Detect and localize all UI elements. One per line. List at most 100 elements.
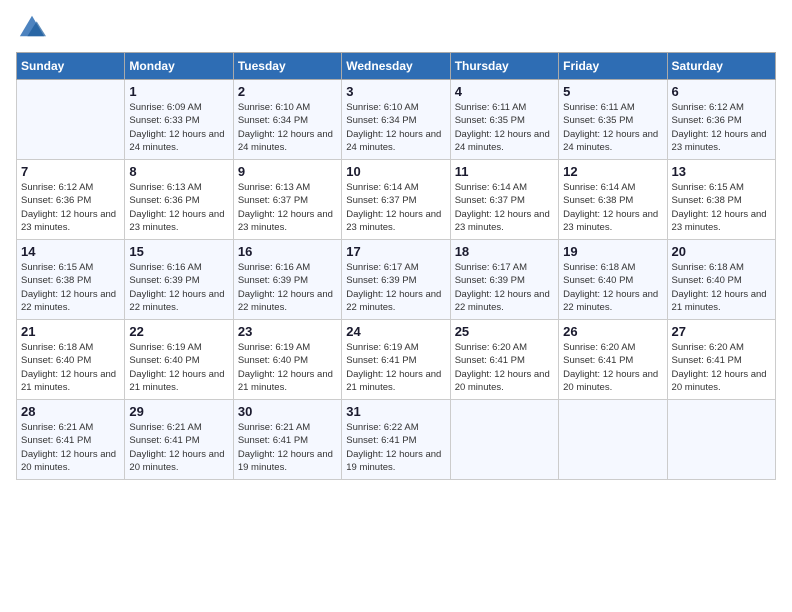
day-number: 30 [238, 404, 337, 419]
day-number: 21 [21, 324, 120, 339]
day-number: 27 [672, 324, 771, 339]
day-info: Sunrise: 6:14 AMSunset: 6:37 PMDaylight:… [455, 181, 554, 234]
day-info: Sunrise: 6:11 AMSunset: 6:35 PMDaylight:… [455, 101, 554, 154]
calendar-cell: 8 Sunrise: 6:13 AMSunset: 6:36 PMDaylight… [125, 160, 233, 240]
day-number: 22 [129, 324, 228, 339]
header-sunday: Sunday [17, 53, 125, 80]
day-info: Sunrise: 6:17 AMSunset: 6:39 PMDaylight:… [346, 261, 445, 314]
day-info: Sunrise: 6:16 AMSunset: 6:39 PMDaylight:… [129, 261, 228, 314]
day-info: Sunrise: 6:15 AMSunset: 6:38 PMDaylight:… [672, 181, 771, 234]
calendar-cell: 6 Sunrise: 6:12 AMSunset: 6:36 PMDaylight… [667, 80, 775, 160]
header-saturday: Saturday [667, 53, 775, 80]
calendar-cell: 25 Sunrise: 6:20 AMSunset: 6:41 PMDayligh… [450, 320, 558, 400]
calendar-cell: 4Sunrise: 6:11 AMSunset: 6:35 PMDaylight… [450, 80, 558, 160]
day-info: Sunrise: 6:09 AMSunset: 6:33 PMDaylight:… [129, 101, 228, 154]
day-info: Sunrise: 6:18 AMSunset: 6:40 PMDaylight:… [21, 341, 120, 394]
week-row-2: 7Sunrise: 6:12 AMSunset: 6:36 PMDaylight… [17, 160, 776, 240]
calendar-cell [667, 400, 775, 480]
calendar-cell: 10Sunrise: 6:14 AMSunset: 6:37 PMDayligh… [342, 160, 450, 240]
calendar-cell: 16 Sunrise: 6:16 AMSunset: 6:39 PMDayligh… [233, 240, 341, 320]
day-info: Sunrise: 6:10 AMSunset: 6:34 PMDaylight:… [346, 101, 445, 154]
day-number: 7 [21, 164, 120, 179]
calendar-cell: 23 Sunrise: 6:19 AMSunset: 6:40 PMDayligh… [233, 320, 341, 400]
day-number: 17 [346, 244, 445, 259]
calendar-cell: 30 Sunrise: 6:21 AMSunset: 6:41 PMDayligh… [233, 400, 341, 480]
day-number: 16 [238, 244, 337, 259]
day-info: Sunrise: 6:21 AMSunset: 6:41 PMDaylight:… [21, 421, 120, 474]
day-number: 29 [129, 404, 228, 419]
day-number: 28 [21, 404, 120, 419]
day-info: Sunrise: 6:13 AMSunset: 6:36 PMDaylight:… [129, 181, 228, 234]
day-info: Sunrise: 6:19 AMSunset: 6:40 PMDaylight:… [238, 341, 337, 394]
day-number: 1 [129, 84, 228, 99]
calendar-cell: 28 Sunrise: 6:21 AMSunset: 6:41 PMDayligh… [17, 400, 125, 480]
day-info: Sunrise: 6:15 AMSunset: 6:38 PMDaylight:… [21, 261, 120, 314]
day-number: 31 [346, 404, 445, 419]
calendar-cell: 21 Sunrise: 6:18 AMSunset: 6:40 PMDayligh… [17, 320, 125, 400]
calendar-cell: 22 Sunrise: 6:19 AMSunset: 6:40 PMDayligh… [125, 320, 233, 400]
header-row: SundayMondayTuesdayWednesdayThursdayFrid… [17, 53, 776, 80]
day-number: 25 [455, 324, 554, 339]
day-number: 6 [672, 84, 771, 99]
day-info: Sunrise: 6:21 AMSunset: 6:41 PMDaylight:… [129, 421, 228, 474]
day-number: 13 [672, 164, 771, 179]
calendar-cell: 14 Sunrise: 6:15 AMSunset: 6:38 PMDayligh… [17, 240, 125, 320]
week-row-5: 28 Sunrise: 6:21 AMSunset: 6:41 PMDayligh… [17, 400, 776, 480]
calendar-cell: 7Sunrise: 6:12 AMSunset: 6:36 PMDaylight… [17, 160, 125, 240]
day-info: Sunrise: 6:14 AMSunset: 6:38 PMDaylight:… [563, 181, 662, 234]
day-info: Sunrise: 6:19 AMSunset: 6:40 PMDaylight:… [129, 341, 228, 394]
day-number: 19 [563, 244, 662, 259]
day-info: Sunrise: 6:19 AMSunset: 6:41 PMDaylight:… [346, 341, 445, 394]
header-tuesday: Tuesday [233, 53, 341, 80]
day-info: Sunrise: 6:20 AMSunset: 6:41 PMDaylight:… [672, 341, 771, 394]
calendar-cell: 24 Sunrise: 6:19 AMSunset: 6:41 PMDayligh… [342, 320, 450, 400]
day-number: 9 [238, 164, 337, 179]
day-info: Sunrise: 6:10 AMSunset: 6:34 PMDaylight:… [238, 101, 337, 154]
day-info: Sunrise: 6:16 AMSunset: 6:39 PMDaylight:… [238, 261, 337, 314]
day-number: 23 [238, 324, 337, 339]
day-info: Sunrise: 6:11 AMSunset: 6:35 PMDaylight:… [563, 101, 662, 154]
calendar-cell: 1 Sunrise: 6:09 AMSunset: 6:33 PMDaylight… [125, 80, 233, 160]
day-number: 8 [129, 164, 228, 179]
day-number: 18 [455, 244, 554, 259]
day-info: Sunrise: 6:17 AMSunset: 6:39 PMDaylight:… [455, 261, 554, 314]
day-number: 2 [238, 84, 337, 99]
calendar-cell: 31 Sunrise: 6:22 AMSunset: 6:41 PMDayligh… [342, 400, 450, 480]
header-wednesday: Wednesday [342, 53, 450, 80]
day-number: 12 [563, 164, 662, 179]
day-info: Sunrise: 6:20 AMSunset: 6:41 PMDaylight:… [455, 341, 554, 394]
day-info: Sunrise: 6:22 AMSunset: 6:41 PMDaylight:… [346, 421, 445, 474]
day-number: 15 [129, 244, 228, 259]
calendar-cell: 17 Sunrise: 6:17 AMSunset: 6:39 PMDayligh… [342, 240, 450, 320]
logo [16, 16, 46, 40]
calendar-cell [17, 80, 125, 160]
logo-icon [18, 12, 46, 40]
calendar-cell: 26Sunrise: 6:20 AMSunset: 6:41 PMDayligh… [559, 320, 667, 400]
day-info: Sunrise: 6:21 AMSunset: 6:41 PMDaylight:… [238, 421, 337, 474]
day-info: Sunrise: 6:12 AMSunset: 6:36 PMDaylight:… [672, 101, 771, 154]
logo-line1 [16, 16, 46, 40]
calendar-cell: 27 Sunrise: 6:20 AMSunset: 6:41 PMDayligh… [667, 320, 775, 400]
calendar-cell: 19 Sunrise: 6:18 AMSunset: 6:40 PMDayligh… [559, 240, 667, 320]
day-number: 5 [563, 84, 662, 99]
day-info: Sunrise: 6:18 AMSunset: 6:40 PMDaylight:… [672, 261, 771, 314]
calendar-cell: 29 Sunrise: 6:21 AMSunset: 6:41 PMDayligh… [125, 400, 233, 480]
day-number: 14 [21, 244, 120, 259]
header-thursday: Thursday [450, 53, 558, 80]
day-number: 24 [346, 324, 445, 339]
calendar-cell: 9Sunrise: 6:13 AMSunset: 6:37 PMDaylight… [233, 160, 341, 240]
header-monday: Monday [125, 53, 233, 80]
calendar-cell: 15 Sunrise: 6:16 AMSunset: 6:39 PMDayligh… [125, 240, 233, 320]
header-friday: Friday [559, 53, 667, 80]
calendar-table: SundayMondayTuesdayWednesdayThursdayFrid… [16, 52, 776, 480]
day-number: 20 [672, 244, 771, 259]
week-row-1: 1 Sunrise: 6:09 AMSunset: 6:33 PMDaylight… [17, 80, 776, 160]
week-row-3: 14 Sunrise: 6:15 AMSunset: 6:38 PMDayligh… [17, 240, 776, 320]
calendar-cell [450, 400, 558, 480]
day-info: Sunrise: 6:18 AMSunset: 6:40 PMDaylight:… [563, 261, 662, 314]
calendar-cell: 13 Sunrise: 6:15 AMSunset: 6:38 PMDayligh… [667, 160, 775, 240]
calendar-cell: 3 Sunrise: 6:10 AMSunset: 6:34 PMDaylight… [342, 80, 450, 160]
calendar-cell: 18 Sunrise: 6:17 AMSunset: 6:39 PMDayligh… [450, 240, 558, 320]
day-number: 3 [346, 84, 445, 99]
calendar-cell: 12 Sunrise: 6:14 AMSunset: 6:38 PMDayligh… [559, 160, 667, 240]
